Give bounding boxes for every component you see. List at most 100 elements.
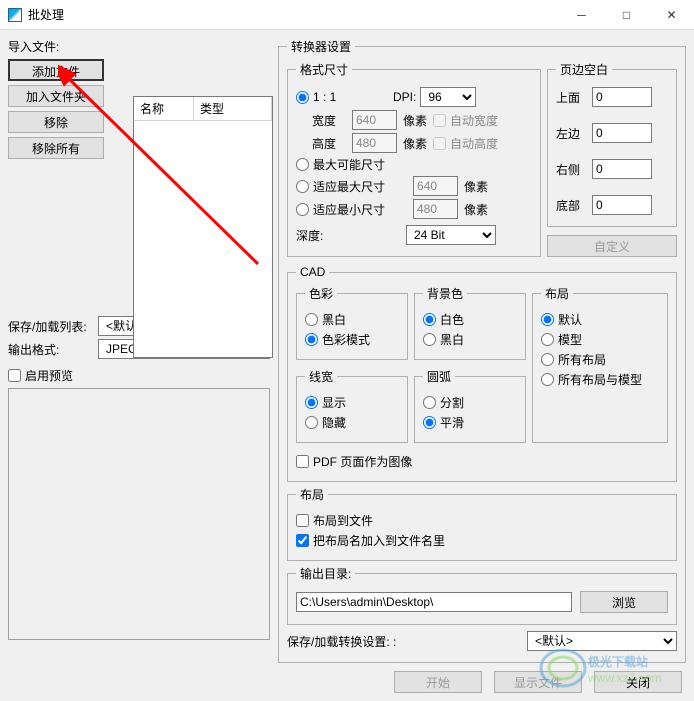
output-format-label: 输出格式:	[8, 341, 94, 358]
pdf-as-image-label: PDF 页面作为图像	[313, 453, 412, 470]
column-type[interactable]: 类型	[194, 97, 272, 120]
app-icon	[8, 8, 22, 22]
arc-split-radio[interactable]	[423, 396, 436, 409]
fit-max-pixel-label: 像素	[464, 178, 488, 195]
auto-height-checkbox	[433, 137, 446, 150]
margin-left-label: 左边	[556, 125, 592, 142]
browse-button[interactable]: 浏览	[580, 591, 668, 613]
output-dir-input[interactable]	[296, 592, 572, 612]
lw-show-radio[interactable]	[305, 396, 318, 409]
converter-legend: 转换器设置	[287, 38, 355, 55]
fit-min-pixel-label: 像素	[464, 201, 488, 218]
remove-button[interactable]: 移除	[8, 111, 104, 133]
remove-all-button[interactable]: 移除所有	[8, 137, 104, 159]
maximize-button[interactable]: □	[604, 0, 649, 29]
auto-width-label: 自动宽度	[450, 112, 498, 129]
linewidth-legend: 线宽	[305, 368, 337, 385]
color-legend: 色彩	[305, 285, 337, 302]
auto-height-label: 自动高度	[450, 135, 498, 152]
column-name[interactable]: 名称	[134, 97, 194, 120]
dpi-select[interactable]: 96	[420, 87, 476, 107]
fit-min-input	[413, 199, 458, 219]
arc-smooth-radio[interactable]	[423, 416, 436, 429]
view-file-button: 显示文件	[494, 671, 582, 693]
format-size-legend: 格式尺寸	[296, 61, 352, 78]
max-possible-radio[interactable]	[296, 158, 309, 171]
layout-all-label: 所有布局	[558, 351, 606, 368]
layout-allmodel-radio[interactable]	[541, 373, 554, 386]
lw-hide-label: 隐藏	[322, 414, 346, 431]
preview-area	[8, 388, 270, 640]
fit-min-label: 适应最小尺寸	[313, 201, 413, 218]
margin-right-input[interactable]	[592, 159, 652, 179]
custom-button: 自定义	[547, 235, 677, 257]
ratio-11-label: 1 : 1	[313, 90, 373, 104]
cad-fieldset: CAD 色彩 黑白 色彩模式 背景色 白色 黑白	[287, 265, 677, 482]
margins-legend: 页边空白	[556, 61, 612, 78]
layout-fieldset: 布局 默认 模型 所有布局 所有布局与模型	[532, 285, 668, 443]
linewidth-fieldset: 线宽 显示 隐藏	[296, 368, 408, 443]
color-bw-radio[interactable]	[305, 313, 318, 326]
close-button[interactable]: ✕	[649, 0, 694, 29]
close-dialog-button[interactable]: 关闭	[594, 671, 682, 693]
dpi-label: DPI:	[393, 90, 416, 104]
arc-split-label: 分割	[440, 394, 464, 411]
layout-to-filename-label: 把布局名加入到文件名里	[313, 532, 445, 549]
add-file-button[interactable]: 添加文件	[8, 59, 104, 81]
output-dir-legend: 输出目录:	[296, 565, 355, 582]
height-input	[352, 133, 397, 153]
color-fieldset: 色彩 黑白 色彩模式	[296, 285, 408, 360]
layout-allmodel-label: 所有布局与模型	[558, 371, 642, 388]
arc-fieldset: 圆弧 分割 平滑	[414, 368, 526, 443]
bg-black-label: 黑白	[440, 331, 464, 348]
margin-top-label: 上面	[556, 89, 592, 106]
layout-default-label: 默认	[558, 311, 582, 328]
margin-top-input[interactable]	[592, 87, 652, 107]
layout-model-radio[interactable]	[541, 333, 554, 346]
format-size-fieldset: 格式尺寸 1 : 1 DPI: 96 宽度 像素 自动宽度	[287, 61, 541, 257]
bg-legend: 背景色	[423, 285, 467, 302]
max-possible-label: 最大可能尺寸	[313, 156, 385, 173]
layout-all-radio[interactable]	[541, 353, 554, 366]
window-title: 批处理	[28, 6, 559, 23]
pdf-as-image-checkbox[interactable]	[296, 455, 309, 468]
height-pixel-label: 像素	[403, 135, 427, 152]
layout-to-filename-checkbox[interactable]	[296, 534, 309, 547]
import-files-label: 导入文件:	[8, 38, 270, 55]
enable-preview-checkbox[interactable]	[8, 369, 21, 382]
margin-bottom-input[interactable]	[592, 195, 652, 215]
fit-max-radio[interactable]	[296, 180, 309, 193]
color-rgb-radio[interactable]	[305, 333, 318, 346]
fit-max-label: 适应最大尺寸	[313, 178, 413, 195]
start-button: 开始	[394, 671, 482, 693]
layout-default-radio[interactable]	[541, 313, 554, 326]
height-label: 高度	[312, 135, 352, 152]
minimize-button[interactable]: ─	[559, 0, 604, 29]
layout2-legend: 布局	[296, 486, 328, 503]
layout-model-label: 模型	[558, 331, 582, 348]
color-bw-label: 黑白	[322, 311, 346, 328]
settings-select[interactable]: <默认>	[527, 631, 677, 651]
bg-white-radio[interactable]	[423, 313, 436, 326]
layout-to-file-checkbox[interactable]	[296, 514, 309, 527]
cad-legend: CAD	[296, 265, 329, 279]
add-folder-button[interactable]: 加入文件夹	[8, 85, 104, 107]
save-load-list-label: 保存/加载列表:	[8, 318, 94, 335]
layout2-fieldset: 布局 布局到文件 把布局名加入到文件名里	[287, 486, 677, 561]
margin-bottom-label: 底部	[556, 197, 592, 214]
converter-settings-fieldset: 转换器设置 格式尺寸 1 : 1 DPI: 96 宽度 像素	[278, 38, 686, 663]
file-list[interactable]: 名称 类型	[133, 96, 273, 358]
arc-legend: 圆弧	[423, 368, 455, 385]
ratio-11-radio[interactable]	[296, 91, 309, 104]
lw-hide-radio[interactable]	[305, 416, 318, 429]
depth-select[interactable]: 24 Bit	[406, 225, 496, 245]
width-input	[352, 110, 397, 130]
bg-black-radio[interactable]	[423, 333, 436, 346]
margin-right-label: 右侧	[556, 161, 592, 178]
width-pixel-label: 像素	[403, 112, 427, 129]
fit-min-radio[interactable]	[296, 203, 309, 216]
depth-label: 深度:	[296, 227, 406, 244]
output-dir-fieldset: 输出目录: 浏览	[287, 565, 677, 625]
margin-left-input[interactable]	[592, 123, 652, 143]
auto-width-checkbox	[433, 114, 446, 127]
